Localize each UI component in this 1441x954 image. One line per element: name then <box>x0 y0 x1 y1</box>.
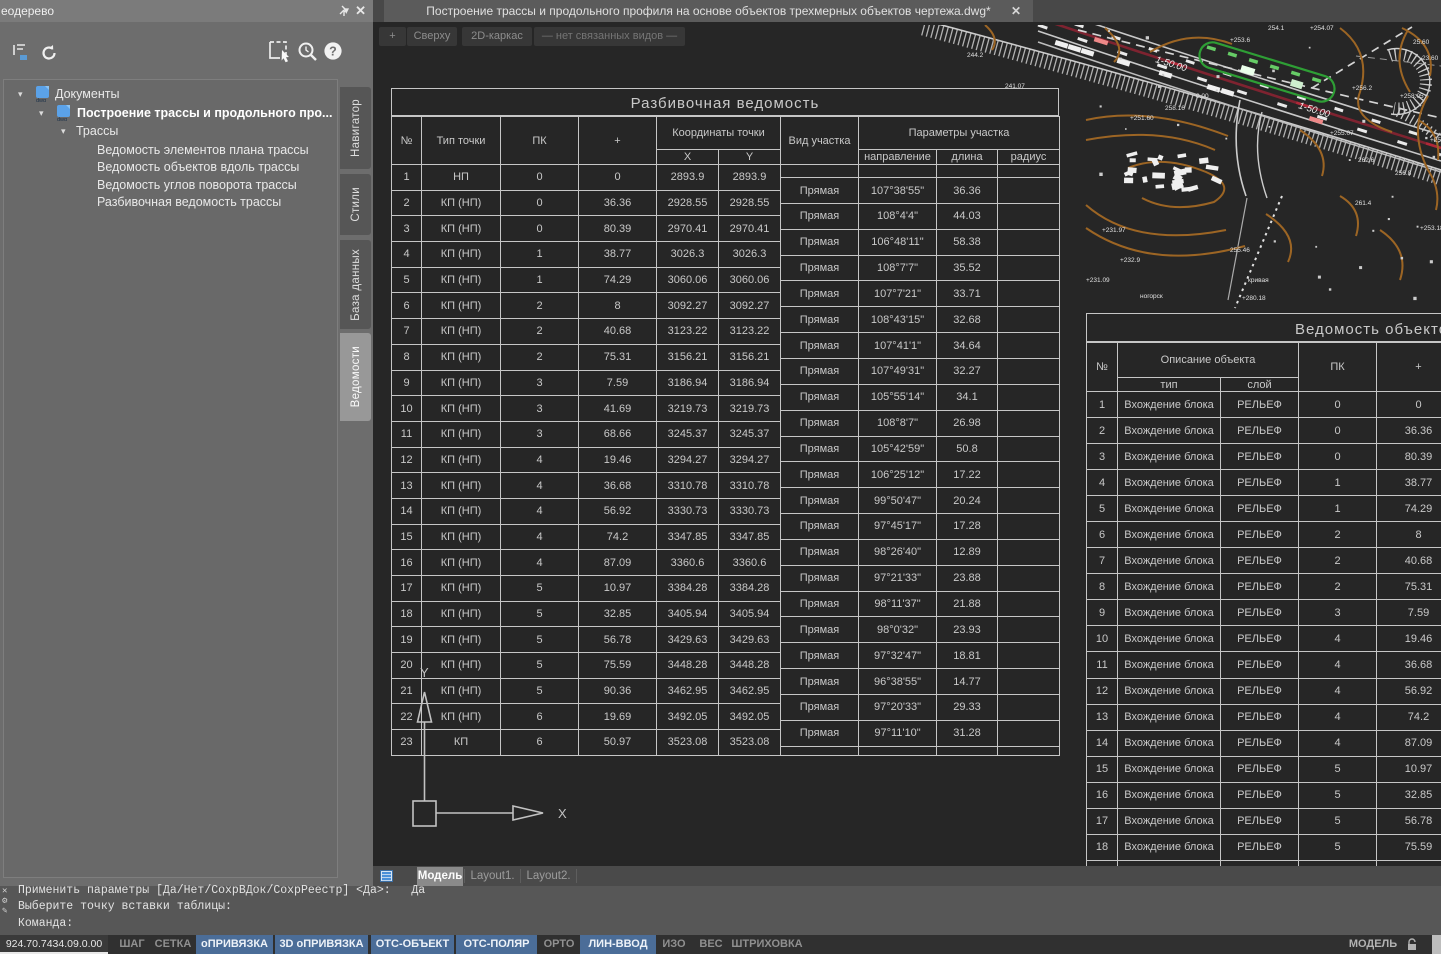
svg-text:256.8: 256.8 <box>1395 170 1412 177</box>
svg-text:+254.07: +254.07 <box>1310 25 1334 32</box>
svg-text:261.4: 261.4 <box>1355 200 1372 207</box>
svg-text:+232.9: +232.9 <box>1120 257 1140 264</box>
svg-text:254.1: 254.1 <box>1268 25 1285 32</box>
svg-text:+251.60: +251.60 <box>1130 115 1154 122</box>
svg-text:25.60: 25.60 <box>1413 39 1430 46</box>
svg-text:кривая: кривая <box>1248 277 1269 284</box>
svg-text:+258.05: +258.05 <box>1400 93 1424 100</box>
svg-text:258.16: 258.16 <box>1165 105 1185 112</box>
svg-text:+253.18: +253.18 <box>1420 225 1441 232</box>
svg-text:244.2: 244.2 <box>967 52 984 59</box>
svg-text:dwg: dwg <box>57 117 67 121</box>
svg-text:23.60: 23.60 <box>1422 55 1439 62</box>
svg-text:255.46: 255.46 <box>1230 247 1250 254</box>
svg-text:0.00: 0.00 <box>1196 93 1209 100</box>
svg-text:+256.2: +256.2 <box>1352 85 1372 92</box>
svg-text:dwg: dwg <box>36 98 46 102</box>
svg-text:ногорск: ногорск <box>1140 293 1163 300</box>
svg-text:Y: Y <box>420 665 429 680</box>
svg-text:+280.18: +280.18 <box>1242 295 1266 302</box>
svg-text:+253.6: +253.6 <box>1230 37 1250 44</box>
svg-text:262.6: 262.6 <box>1358 157 1375 164</box>
svg-text:+254: +254 <box>1430 137 1441 144</box>
svg-text:X: X <box>558 806 567 821</box>
svg-text:+231.97: +231.97 <box>1102 227 1126 234</box>
svg-text:+231.09: +231.09 <box>1086 277 1110 284</box>
svg-text:?: ? <box>329 44 337 58</box>
svg-text:+255.07: +255.07 <box>1330 130 1354 137</box>
